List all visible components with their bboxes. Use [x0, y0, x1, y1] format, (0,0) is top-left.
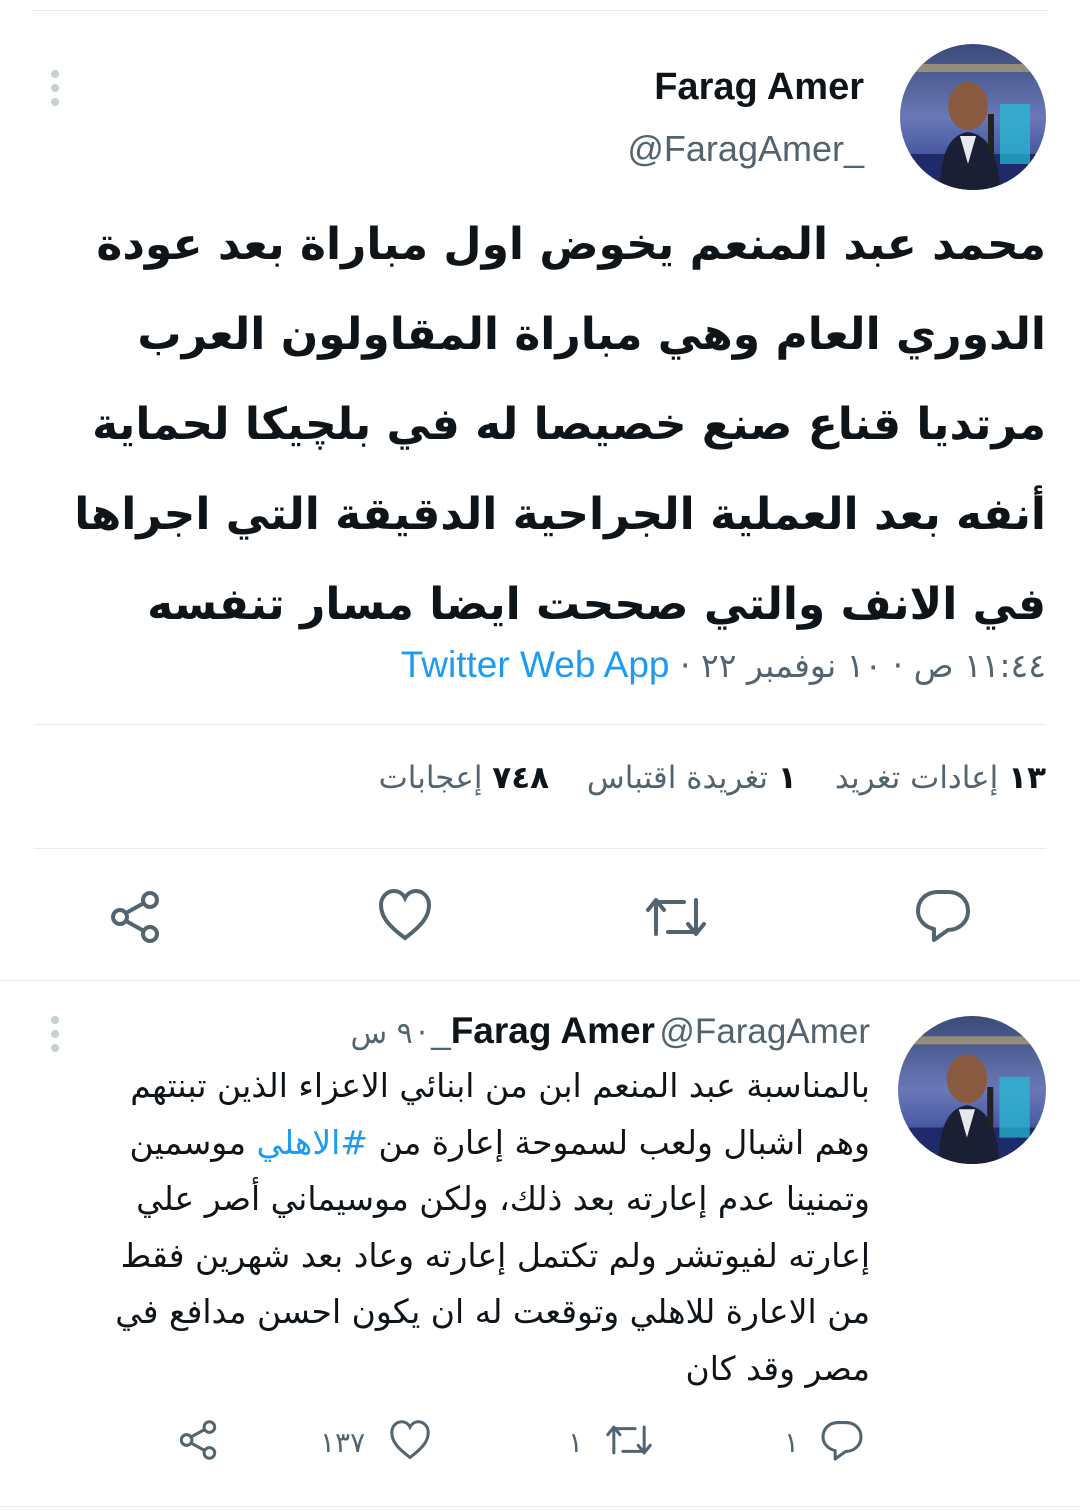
- reply-text-line: مصر وقد كان: [685, 1348, 870, 1388]
- retweets-label: إعادات تغريد: [834, 760, 999, 796]
- header-separator: ·: [417, 1016, 427, 1051]
- reply-header: Farag Amer @FaragAmer_ · ٩ س: [350, 1010, 870, 1052]
- reply-text-line: بالمناسبة عبد المنعم ابن من ابنائي الاعز…: [130, 1066, 870, 1105]
- heart-icon[interactable]: [388, 1418, 432, 1466]
- quotes-count: ١: [777, 760, 797, 796]
- main-author-name[interactable]: Farag Amer: [654, 66, 864, 109]
- tweet-meta: ١١:٤٤ ص · ١٠ نوفمبر ٢٢ · Twitter Web App: [401, 644, 1046, 686]
- divider: [0, 980, 1080, 981]
- reply-text-line: إعارته لفيوتشر ولم تكتمل إعارته وعاد بعد…: [120, 1235, 870, 1275]
- main-text-line: محمد عبد المنعم يخوض اول مباراة بعد عودة: [96, 219, 1046, 270]
- retweet-arrows-icon[interactable]: [644, 888, 708, 950]
- tweet-timestamp[interactable]: ١١:٤٤ ص · ١٠ نوفمبر ٢٢ ·: [680, 646, 1046, 685]
- main-text-line: أنفه بعد العملية الجراحية الدقيقة التي ا…: [74, 489, 1046, 540]
- main-tweet-header: Farag Amer @FaragAmer_: [0, 44, 1080, 190]
- more-options-icon[interactable]: [48, 70, 62, 106]
- retweet-arrows-icon[interactable]: [604, 1418, 654, 1466]
- reply-more-options-icon[interactable]: [48, 1016, 62, 1052]
- retweets-stat[interactable]: ١٣ إعادات تغريد: [835, 760, 1046, 796]
- top-divider: [32, 10, 1048, 11]
- tweet-stats: ١٣ إعادات تغريد ١ تغريدة اقتباس ٧٤٨ إعجا…: [351, 760, 1046, 796]
- share-nodes-icon[interactable]: [176, 1418, 220, 1466]
- reply-text-line: وتمنينا عدم إعارته بعد ذلك، ولكن موسيمان…: [136, 1179, 870, 1218]
- divider: [34, 848, 1046, 849]
- main-text-line: مرتديا قناع صنع خصيصا له في بلچيكا لحماي…: [92, 399, 1046, 450]
- reply-author-name[interactable]: Farag Amer: [451, 1010, 655, 1051]
- comment-bubble-icon[interactable]: [820, 1418, 864, 1466]
- reply-text-line: من الاعارة للاهلي وتوقعت له ان يكون احسن…: [115, 1292, 870, 1331]
- main-text-line: الدوري العام وهي مباراة المقاولون العرب: [137, 309, 1046, 360]
- comment-bubble-icon[interactable]: [914, 886, 972, 948]
- retweets-count: ١٣: [1008, 760, 1046, 796]
- hashtag-link[interactable]: #الاهلي: [257, 1123, 368, 1162]
- main-tweet-text: محمد عبد المنعم يخوض اول مباراة بعد عودة…: [36, 200, 1046, 650]
- heart-icon[interactable]: [376, 886, 434, 948]
- reply-tweet-actions: ١٣٧ ١ ١: [0, 1412, 1080, 1472]
- share-nodes-icon[interactable]: [106, 888, 164, 950]
- main-author-handle[interactable]: @FaragAmer_: [627, 128, 864, 170]
- likes-count: ٧٤٨: [492, 760, 550, 796]
- main-text-line: في الانف والتي صححت ايضا مسار تنفسه: [147, 579, 1046, 630]
- divider: [34, 724, 1046, 725]
- quotes-stat[interactable]: ١ تغريدة اقتباس: [587, 760, 797, 796]
- retweet-count: ١: [568, 1426, 584, 1459]
- reply-count: ١: [784, 1426, 800, 1459]
- likes-stat[interactable]: ٧٤٨ إعجابات: [379, 760, 549, 796]
- reply-text-line: وهم اشبال ولعب لسموحة إعارة من #الاهلي م…: [60, 1115, 870, 1172]
- likes-label: إعجابات: [378, 760, 483, 796]
- reply-author-avatar[interactable]: [898, 1016, 1046, 1164]
- reply-tweet-text: بالمناسبة عبد المنعم ابن من ابنائي الاعز…: [60, 1058, 870, 1397]
- reply-time[interactable]: ٩ س: [350, 1016, 412, 1051]
- source-app-link[interactable]: Twitter Web App: [401, 644, 670, 685]
- divider: [0, 1506, 1080, 1507]
- reply-text-segment: وهم اشبال ولعب لسموحة إعارة من: [367, 1122, 870, 1162]
- like-count: ١٣٧: [320, 1426, 366, 1459]
- reply-text-segment: موسمين: [129, 1122, 257, 1162]
- quotes-label: تغريدة اقتباس: [586, 760, 769, 796]
- main-tweet-actions: [0, 880, 1080, 950]
- main-author-avatar[interactable]: [900, 44, 1046, 190]
